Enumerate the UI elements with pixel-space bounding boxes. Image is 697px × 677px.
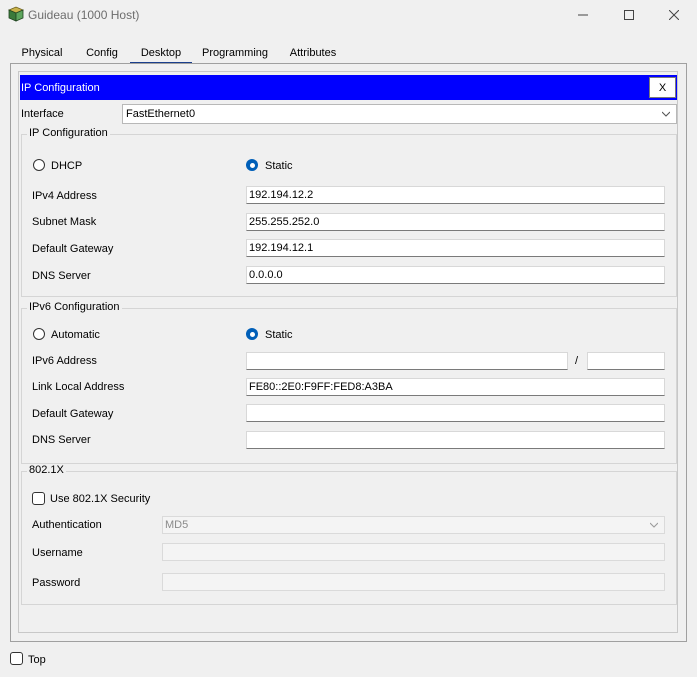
app-icon [7, 6, 25, 22]
interface-select[interactable]: FastEthernet0 [122, 104, 677, 124]
tab-attributes[interactable]: Attributes [280, 43, 346, 63]
dhcp-label: DHCP [51, 160, 83, 172]
ip-config-header [20, 75, 677, 100]
static-label: Static [265, 160, 293, 172]
authentication-select[interactable]: MD5 [162, 516, 665, 534]
ipv4-address-label: IPv4 Address [32, 190, 97, 202]
ipv6-gateway-input[interactable] [246, 404, 665, 422]
maximize-icon [624, 10, 634, 20]
ipv6-address-input[interactable] [246, 352, 568, 370]
authentication-label: Authentication [32, 519, 102, 531]
chevron-down-icon [662, 111, 670, 117]
ipv6-static-label: Static [265, 329, 293, 341]
close-config-button[interactable]: X [649, 77, 676, 98]
minimize-icon [578, 14, 588, 16]
ipv6-automatic-label: Automatic [51, 329, 100, 341]
tab-programming[interactable]: Programming [196, 43, 274, 63]
static-radio[interactable] [246, 159, 258, 171]
tab-desktop[interactable]: Desktop [130, 43, 192, 64]
ip-config-header-title: IP Configuration [21, 82, 100, 94]
ipv6-dns-input[interactable] [246, 431, 665, 449]
top-label: Top [28, 654, 46, 666]
minimize-button[interactable] [560, 0, 606, 30]
use-8021x-checkbox[interactable] [32, 492, 45, 505]
use-8021x-label: Use 802.1X Security [50, 493, 151, 505]
top-checkbox[interactable] [10, 652, 23, 665]
username-label: Username [32, 547, 83, 559]
prefix-slash: / [575, 355, 579, 367]
tab-config[interactable]: Config [78, 43, 126, 63]
maximize-button[interactable] [606, 0, 652, 30]
window-title: Guideau (1000 Host) [28, 8, 140, 22]
dot1x-group-title: 802.1X [27, 464, 66, 476]
ipv6-prefix-input[interactable] [587, 352, 665, 370]
default-gateway-input[interactable]: 192.194.12.1 [246, 239, 665, 257]
ipv4-address-input[interactable]: 192.194.12.2 [246, 186, 665, 204]
link-local-input[interactable]: FE80::2E0:F9FF:FED8:A3BA [246, 378, 665, 396]
username-input[interactable] [162, 543, 665, 561]
password-input[interactable] [162, 573, 665, 591]
dns-server-input[interactable]: 0.0.0.0 [246, 266, 665, 284]
ipv6-group-title: IPv6 Configuration [27, 301, 122, 313]
interface-label: Interface [21, 108, 64, 120]
close-icon [669, 10, 679, 20]
authentication-select-value: MD5 [165, 519, 189, 531]
ipv6-gateway-label: Default Gateway [32, 408, 114, 420]
dhcp-radio[interactable] [33, 159, 45, 171]
subnet-mask-input[interactable]: 255.255.252.0 [246, 213, 665, 231]
interface-select-value: FastEthernet0 [126, 108, 196, 120]
close-window-button[interactable] [651, 0, 697, 30]
ipv4-group-title: IP Configuration [27, 127, 110, 139]
password-label: Password [32, 577, 81, 589]
default-gateway-label: Default Gateway [32, 243, 114, 255]
chevron-down-icon [650, 522, 658, 528]
ipv6-static-radio[interactable] [246, 328, 258, 340]
subnet-mask-label: Subnet Mask [32, 216, 97, 228]
ipv6-dns-label: DNS Server [32, 434, 91, 446]
tab-physical[interactable]: Physical [12, 43, 72, 63]
dns-server-label: DNS Server [32, 270, 91, 282]
link-local-label: Link Local Address [32, 381, 125, 393]
ipv6-automatic-radio[interactable] [33, 328, 45, 340]
ipv6-address-label: IPv6 Address [32, 355, 97, 367]
